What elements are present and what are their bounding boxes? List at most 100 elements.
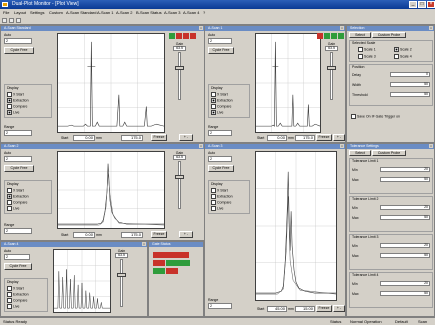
menu-bscan-status[interactable]: B-Scan Status xyxy=(136,9,162,17)
menu-file[interactable]: File xyxy=(3,9,9,17)
cycle-free-button[interactable]: Cycle Free xyxy=(208,165,234,172)
live-checkbox[interactable]: Live xyxy=(211,110,223,115)
x-start-checkbox[interactable]: X Start xyxy=(7,92,24,97)
start-value[interactable]: 45.00 xyxy=(267,306,287,312)
zoom-button[interactable]: + - xyxy=(333,134,345,141)
live-checkbox[interactable]: Live xyxy=(7,206,19,211)
max-input[interactable]: 50 xyxy=(380,177,430,182)
compare-checkbox[interactable]: Compare xyxy=(211,200,231,205)
gain-slider[interactable]: Gain 63.5 xyxy=(325,42,338,104)
min-input[interactable]: 20 xyxy=(380,167,430,172)
threshold-input[interactable]: 50 xyxy=(390,92,430,97)
max-input[interactable]: 50 xyxy=(380,291,430,296)
extraction-checkbox[interactable]: Extraction xyxy=(7,98,29,103)
scale-spinner[interactable]: 2 xyxy=(4,156,32,162)
gain-slider[interactable]: Gain 63.5 xyxy=(173,151,186,213)
settings-icon[interactable] xyxy=(16,18,21,23)
scale-spinner[interactable]: 2 xyxy=(208,38,232,44)
end-value[interactable]: 175.0 xyxy=(121,135,143,141)
gain-thumb[interactable] xyxy=(175,175,184,179)
x-start-checkbox[interactable]: X Start xyxy=(7,188,24,193)
gain-thumb[interactable] xyxy=(117,273,126,277)
gain-thumb[interactable] xyxy=(327,66,336,70)
scale-1-radio[interactable]: Scale 1 xyxy=(358,47,376,52)
extraction-checkbox[interactable]: Extraction xyxy=(211,98,233,103)
save-trigger-checkbox[interactable]: Save On IF Gate Trigger on xyxy=(351,114,400,119)
scale-3-radio[interactable]: Scale 3 xyxy=(358,54,376,59)
cycle-free-button[interactable]: Cycle Free xyxy=(4,47,34,54)
live-checkbox[interactable]: Live xyxy=(7,110,19,115)
live-checkbox[interactable]: Live xyxy=(7,304,19,309)
maximize-button[interactable]: □ xyxy=(418,1,426,8)
compare-checkbox[interactable]: Compare xyxy=(7,298,27,303)
close-icon[interactable]: × xyxy=(429,26,433,30)
compare-checkbox[interactable]: Compare xyxy=(7,104,27,109)
x-start-checkbox[interactable]: X Start xyxy=(7,286,24,291)
menu-settings[interactable]: Settings xyxy=(30,9,44,17)
freeze-button[interactable]: Freeze xyxy=(151,231,167,238)
end-value[interactable]: 175.0 xyxy=(121,232,143,238)
range-spinner[interactable]: 2 xyxy=(208,303,232,309)
scale-2-radio[interactable]: Scale 2 xyxy=(394,47,412,52)
menu-ascan-3[interactable]: A-Scan 3 xyxy=(164,9,180,17)
close-icon[interactable]: × xyxy=(199,26,203,30)
menu-help[interactable]: ? xyxy=(203,9,205,17)
close-icon[interactable]: × xyxy=(340,144,344,148)
range-spinner[interactable]: 2 xyxy=(4,228,32,234)
start-value[interactable]: 0.00 xyxy=(73,232,95,238)
menu-ascan-4[interactable]: A-Scan 4 xyxy=(183,9,199,17)
save-icon[interactable] xyxy=(9,18,14,23)
live-checkbox[interactable]: Live xyxy=(211,206,223,211)
menu-layout[interactable]: Layout xyxy=(14,9,26,17)
scale-spinner[interactable]: 2 xyxy=(208,156,232,162)
start-value[interactable]: 0.00 xyxy=(73,135,95,141)
freeze-button[interactable]: Freeze xyxy=(151,134,167,141)
tab-custom-probe[interactable]: Custom Probe xyxy=(372,150,406,156)
start-value[interactable]: 0.00 xyxy=(267,135,287,141)
extraction-checkbox[interactable]: Extraction xyxy=(211,194,233,199)
close-icon[interactable]: × xyxy=(199,144,203,148)
cycle-free-button[interactable]: Cycle Free xyxy=(208,47,234,54)
width-input[interactable]: 50 xyxy=(390,82,430,87)
min-input[interactable]: 20 xyxy=(380,243,430,248)
compare-checkbox[interactable]: Compare xyxy=(211,104,231,109)
cycle-free-button[interactable]: Cycle Free xyxy=(4,263,32,270)
menu-ascan-1[interactable]: A-Scan 1 xyxy=(97,9,113,17)
close-icon[interactable]: × xyxy=(340,26,344,30)
gain-slider[interactable]: Gain 63.5 xyxy=(173,42,186,104)
extraction-checkbox[interactable]: Extraction xyxy=(7,292,29,297)
tab-select[interactable]: Select xyxy=(349,32,371,38)
freeze-button[interactable]: Freeze xyxy=(316,305,332,312)
gain-thumb[interactable] xyxy=(175,66,184,70)
menu-ascan-standard[interactable]: A-Scan Standard xyxy=(66,9,96,17)
cycle-free-button[interactable]: Cycle Free xyxy=(4,165,34,172)
menu-ascan-2[interactable]: A-Scan 2 xyxy=(116,9,132,17)
zoom-button[interactable]: + - xyxy=(179,134,193,141)
menu-custom[interactable]: Custom xyxy=(49,9,63,17)
close-icon[interactable]: × xyxy=(429,144,433,148)
close-button[interactable]: × xyxy=(427,1,435,8)
zoom-button[interactable]: + - xyxy=(333,305,345,312)
extraction-checkbox[interactable]: Extraction xyxy=(7,194,29,199)
tab-select[interactable]: Select xyxy=(349,150,371,156)
x-start-checkbox[interactable]: X Start xyxy=(211,188,228,193)
max-input[interactable]: 50 xyxy=(380,253,430,258)
max-input[interactable]: 50 xyxy=(380,215,430,220)
end-value[interactable]: 15.00 xyxy=(295,306,315,312)
freeze-button[interactable]: Freeze xyxy=(316,134,332,141)
minimize-button[interactable]: _ xyxy=(409,1,417,8)
range-spinner[interactable]: 2 xyxy=(4,130,32,136)
gain-slider[interactable]: Gain 63.5 xyxy=(115,249,128,311)
min-input[interactable]: 20 xyxy=(380,281,430,286)
open-icon[interactable] xyxy=(2,18,7,23)
range-spinner[interactable]: 2 xyxy=(208,130,232,136)
close-icon[interactable]: × xyxy=(142,242,146,246)
compare-checkbox[interactable]: Compare xyxy=(7,200,27,205)
delay-input[interactable]: 0 xyxy=(390,72,430,77)
scale-spinner[interactable]: 2 xyxy=(4,38,32,44)
zoom-button[interactable]: + - xyxy=(179,231,193,238)
scale-spinner[interactable]: 2 xyxy=(4,254,30,260)
end-value[interactable]: 175.0 xyxy=(295,135,315,141)
x-start-checkbox[interactable]: X Start xyxy=(211,92,228,97)
scale-4-radio[interactable]: Scale 4 xyxy=(394,54,412,59)
